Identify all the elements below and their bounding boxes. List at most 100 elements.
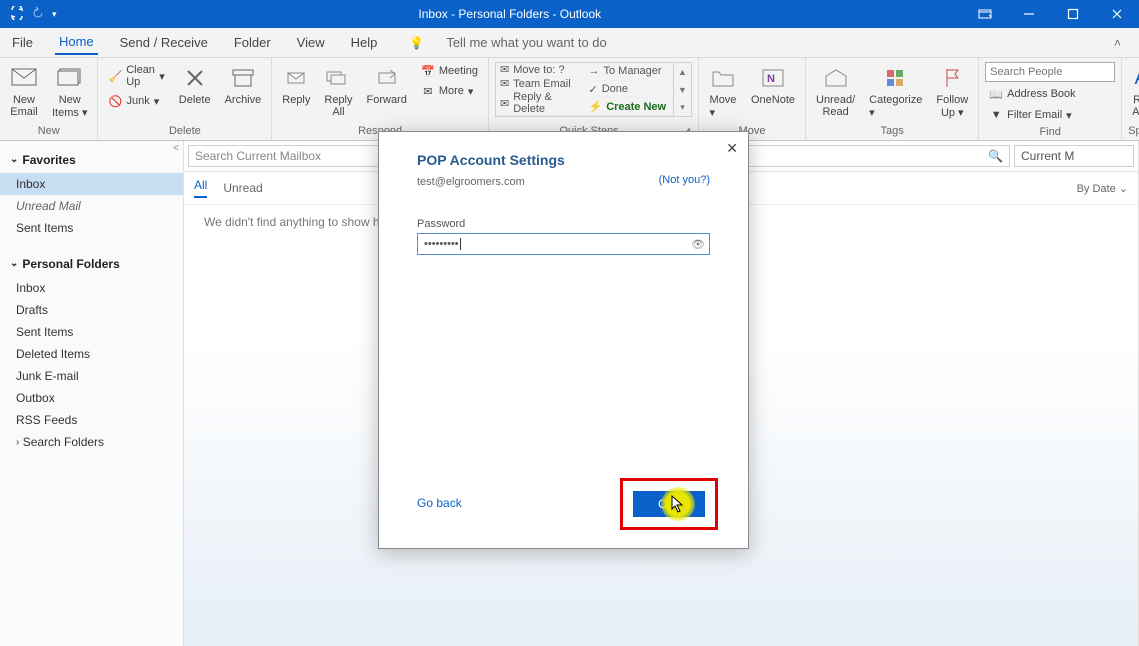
- nav-inbox[interactable]: Inbox: [0, 277, 183, 299]
- reply-label: Reply: [282, 94, 310, 106]
- show-password-icon[interactable]: 👁: [691, 238, 705, 251]
- qs-createnew[interactable]: ⚡ Create New: [584, 98, 673, 116]
- tab-send-receive[interactable]: Send / Receive: [116, 31, 212, 54]
- ribbon-options-icon[interactable]: [963, 0, 1007, 28]
- qs-replydel[interactable]: ✉ Reply & Delete: [496, 91, 585, 116]
- followup-button[interactable]: Follow Up ▾: [932, 62, 972, 121]
- quick-steps-box[interactable]: ✉ Move to: ? ✉ Team Email ✉ Reply & Dele…: [495, 62, 692, 117]
- nav-search-folders[interactable]: › Search Folders: [0, 431, 183, 453]
- archive-icon: [229, 64, 257, 92]
- search-scope-dropdown[interactable]: Current M: [1014, 145, 1134, 167]
- chevron-down-icon: ⌄: [10, 258, 18, 269]
- read-aloud-label: Read Aloud: [1132, 94, 1139, 118]
- folder-move-icon: [709, 64, 737, 92]
- tab-help[interactable]: Help: [347, 31, 382, 54]
- tab-view[interactable]: View: [293, 31, 329, 54]
- tab-folder[interactable]: Folder: [230, 31, 275, 54]
- ribbon-find-label: Find: [985, 124, 1115, 141]
- go-back-link[interactable]: Go back: [417, 496, 462, 510]
- nav-unread-mail[interactable]: Unread Mail: [0, 195, 183, 217]
- nav-junk[interactable]: Junk E-mail: [0, 365, 183, 387]
- meeting-label: Meeting: [439, 65, 478, 77]
- tab-file[interactable]: File: [8, 31, 37, 54]
- qs-teamemail[interactable]: ✉ Team Email: [496, 77, 585, 91]
- archive-button[interactable]: Archive: [221, 62, 266, 108]
- favorites-section[interactable]: ⌄Favorites: [0, 147, 183, 173]
- ribbon-tags-label: Tags: [812, 123, 972, 140]
- junk-label: Junk: [126, 95, 149, 107]
- password-input[interactable]: ••••••••• 👁: [417, 233, 710, 255]
- minimize-button[interactable]: [1007, 0, 1051, 28]
- nav-rss[interactable]: RSS Feeds: [0, 409, 183, 431]
- read-aloud-button[interactable]: A)))Read Aloud: [1128, 62, 1139, 120]
- more-label: More: [439, 85, 464, 97]
- sendreceive-icon[interactable]: [10, 6, 24, 23]
- delete-button[interactable]: Delete: [175, 62, 215, 108]
- unread-read-button[interactable]: Unread/ Read: [812, 62, 859, 120]
- maximize-button[interactable]: [1051, 0, 1095, 28]
- qs-done[interactable]: ✓ Done: [584, 81, 673, 99]
- search-placeholder: Search Current Mailbox: [195, 149, 321, 163]
- reply-all-label: Reply All: [324, 94, 352, 118]
- qs-expand-icon[interactable]: ▾: [673, 98, 691, 116]
- nav-outbox[interactable]: Outbox: [0, 387, 183, 409]
- search-people-input[interactable]: [985, 62, 1115, 82]
- junk-button[interactable]: 🚫Junk ▾: [104, 92, 168, 110]
- filter-all[interactable]: All: [194, 178, 207, 198]
- annotation-highlight: Con: [620, 478, 718, 530]
- menu-tabs: File Home Send / Receive Folder View Hel…: [0, 28, 1139, 58]
- pop-account-settings-dialog: ✕ POP Account Settings test@elgroomers.c…: [378, 131, 749, 549]
- not-you-link[interactable]: (Not you?): [659, 174, 710, 186]
- ribbon: New Email New Items ▾ New 🧹Clean Up ▾ 🚫J…: [0, 58, 1139, 141]
- undo-icon[interactable]: [32, 7, 44, 22]
- chevron-down-icon: ⌄: [1119, 183, 1128, 195]
- filter-email-label: Filter Email: [1007, 109, 1062, 121]
- cleanup-button[interactable]: 🧹Clean Up ▾: [104, 62, 168, 90]
- ribbon-group-tags: Unread/ Read Categorize▾ Follow Up ▾ Tag…: [806, 58, 979, 140]
- nav-sent[interactable]: Sent Items: [0, 321, 183, 343]
- qs-up-icon[interactable]: ▲: [673, 63, 691, 81]
- qs-tomanager[interactable]: → To Manager: [584, 63, 673, 81]
- more-respond-button[interactable]: ✉More ▾: [417, 82, 482, 100]
- quick-access-toolbar: ▾: [0, 6, 57, 23]
- move-button[interactable]: Move▾: [705, 62, 741, 121]
- filter-unread[interactable]: Unread: [223, 181, 262, 195]
- dialog-close-button[interactable]: ✕: [726, 140, 738, 157]
- sort-by-dropdown[interactable]: By Date ⌄: [1077, 182, 1128, 195]
- categorize-icon: [882, 64, 910, 92]
- new-email-label: New Email: [10, 94, 38, 118]
- filter-email-button[interactable]: ▼Filter Email ▾: [985, 106, 1115, 124]
- ribbon-group-speech: A)))Read Aloud Speech: [1122, 58, 1139, 140]
- move-label: Move▾: [710, 94, 737, 119]
- address-book-button[interactable]: 📖Address Book: [985, 85, 1115, 103]
- nav-collapse-icon[interactable]: <: [173, 143, 179, 154]
- forward-button[interactable]: Forward: [363, 62, 411, 108]
- nav-inbox-favorite[interactable]: Inbox: [0, 173, 183, 195]
- nav-deleted[interactable]: Deleted Items: [0, 343, 183, 365]
- tell-me-input[interactable]: Tell me what you want to do: [442, 31, 610, 54]
- nav-drafts[interactable]: Drafts: [0, 299, 183, 321]
- close-button[interactable]: [1095, 0, 1139, 28]
- dialog-title: POP Account Settings: [417, 152, 710, 168]
- forward-icon: [373, 64, 401, 92]
- envelope-open-icon: [822, 64, 850, 92]
- new-email-button[interactable]: New Email: [6, 62, 42, 120]
- meeting-button[interactable]: 📅Meeting: [417, 62, 482, 80]
- new-items-icon: [56, 64, 84, 92]
- reply-all-button[interactable]: Reply All: [320, 62, 356, 120]
- collapse-ribbon-icon[interactable]: ˄: [1114, 36, 1121, 50]
- unread-label: Unread/ Read: [816, 94, 855, 118]
- reply-button[interactable]: Reply: [278, 62, 314, 108]
- personal-folders-section[interactable]: ⌄Personal Folders: [0, 251, 183, 277]
- tab-home[interactable]: Home: [55, 30, 98, 55]
- categorize-button[interactable]: Categorize▾: [865, 62, 926, 121]
- nav-sent-favorite[interactable]: Sent Items: [0, 217, 183, 239]
- new-items-button[interactable]: New Items ▾: [48, 62, 91, 121]
- qs-moveto[interactable]: ✉ Move to: ?: [496, 63, 585, 77]
- titlebar: ▾ Inbox - Personal Folders - Outlook: [0, 0, 1139, 28]
- qs-down-icon[interactable]: ▼: [673, 81, 691, 99]
- onenote-button[interactable]: NOneNote: [747, 62, 799, 108]
- tell-me-icon[interactable]: 💡: [409, 36, 424, 50]
- connect-button[interactable]: Con: [633, 491, 705, 517]
- onenote-label: OneNote: [751, 94, 795, 106]
